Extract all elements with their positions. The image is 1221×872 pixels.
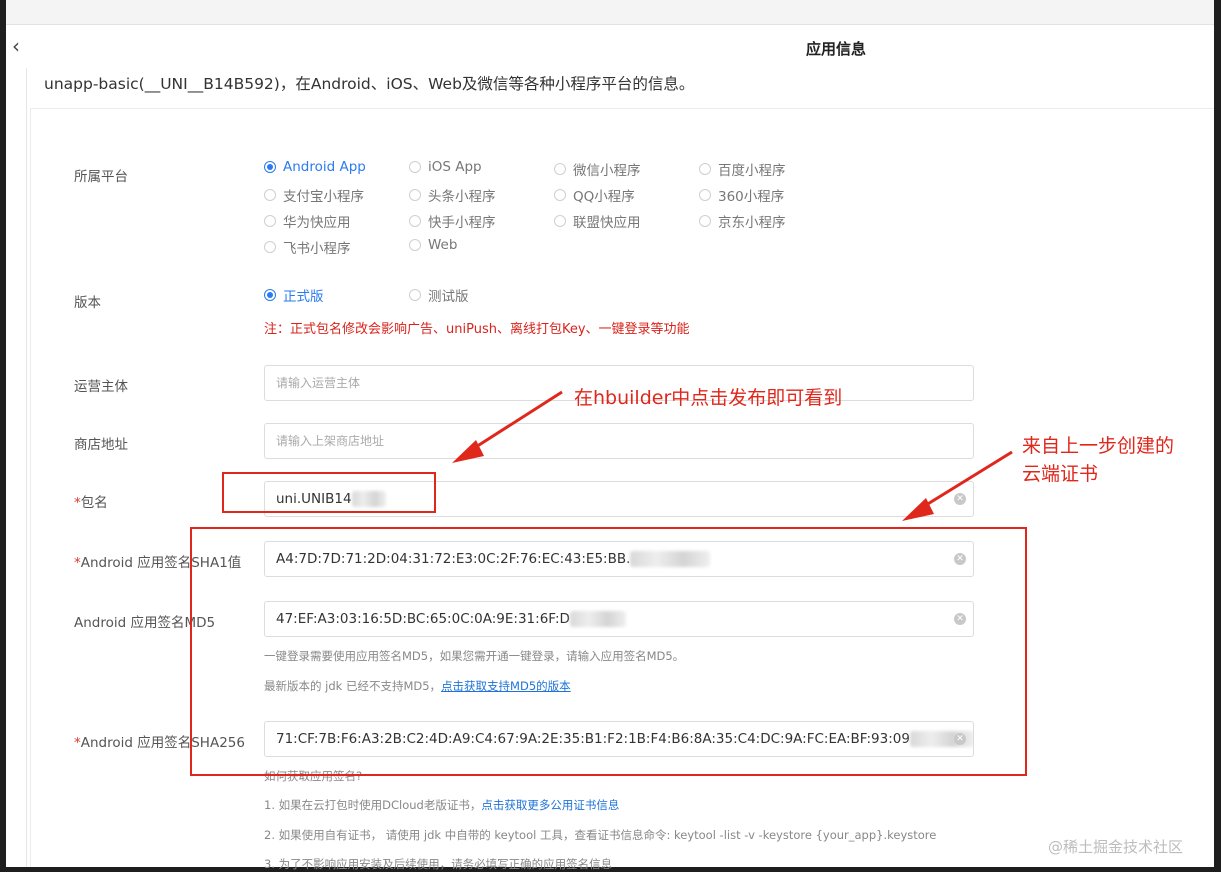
arrow-to-package-icon — [452, 390, 563, 463]
annotation-arrows — [452, 390, 1013, 521]
arrow-to-signature-icon — [902, 450, 1013, 521]
